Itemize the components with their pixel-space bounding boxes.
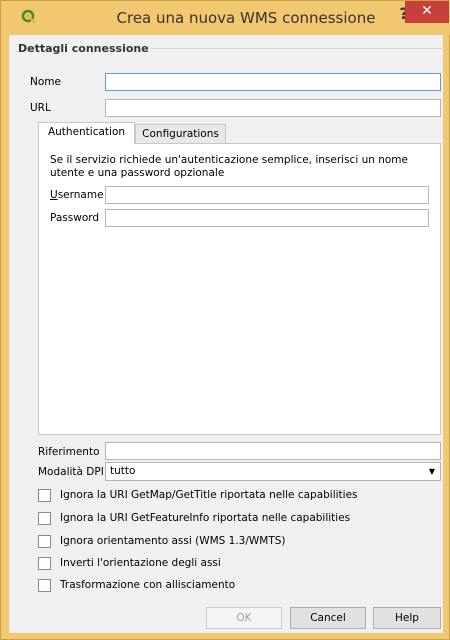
username-label: Username — [50, 189, 104, 201]
checkbox-label: Ignora la URI GetMap/GetTitle riportata … — [60, 489, 358, 501]
password-label: Password — [50, 212, 100, 224]
checkbox-box[interactable] — [38, 489, 51, 502]
auth-description: Se il servizio richiede un'autenticazion… — [50, 154, 408, 179]
dpi-selected-value: tutto — [110, 465, 136, 477]
url-field[interactable] — [105, 99, 441, 117]
window-title: Crea una nuova WMS connessione — [116, 9, 376, 27]
name-label: Nome — [30, 76, 61, 88]
tab-authentication[interactable]: Authentication — [38, 122, 135, 144]
checkbox-box[interactable] — [38, 512, 51, 525]
cancel-button[interactable]: Cancel — [290, 607, 366, 629]
group-legend: Dettagli connessione — [18, 42, 151, 55]
checkbox-box[interactable] — [38, 557, 51, 570]
name-field[interactable] — [105, 73, 441, 91]
checkbox-label: Inverti l'orientazione degli assi — [60, 557, 221, 569]
checkbox-label: Ignora orientamento assi (WMS 1.3/WMTS) — [60, 535, 286, 547]
username-field[interactable] — [105, 186, 429, 204]
password-field[interactable] — [105, 209, 429, 227]
username-mnemonic: U — [50, 189, 58, 201]
checkbox-box[interactable] — [38, 579, 51, 592]
checkbox-label: Ignora la URI GetFeatureInfo riportata n… — [60, 512, 351, 524]
dropdown-arrow-icon: ▼ — [428, 467, 435, 476]
ok-button[interactable]: OK — [206, 607, 282, 629]
title-bar[interactable]: Crea una nuova WMS connessione ? ✕ — [1, 1, 450, 35]
checkbox-box[interactable] — [38, 535, 51, 548]
reference-field[interactable] — [105, 442, 441, 460]
help-button[interactable]: Help — [373, 607, 441, 629]
checkbox-label: Trasformazione con allisciamento — [60, 579, 236, 591]
close-button[interactable]: ✕ — [405, 1, 449, 23]
reference-label: Riferimento — [38, 446, 100, 458]
dpi-select[interactable]: tutto ▼ — [105, 462, 441, 481]
dpi-label: Modalità DPI — [38, 466, 104, 478]
username-label-text: sername — [57, 189, 104, 201]
url-label: URL — [30, 102, 51, 114]
tab-configurations[interactable]: Configurations — [135, 124, 226, 144]
